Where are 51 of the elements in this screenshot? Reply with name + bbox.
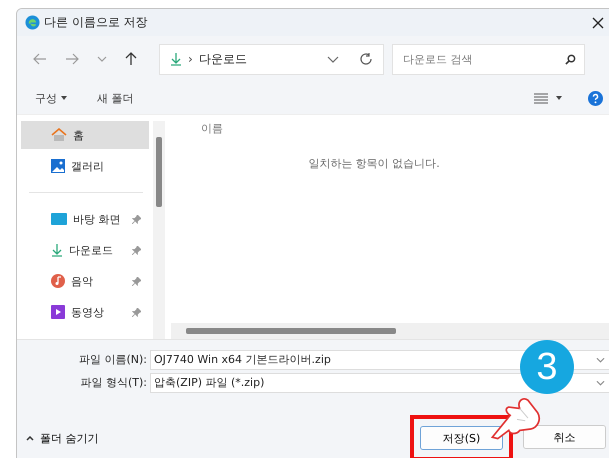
search-icon[interactable] <box>565 54 576 64</box>
address-bar[interactable]: › 다운로드 <box>159 44 384 74</box>
sidebar-item-label: 음악 <box>71 274 93 288</box>
cancel-button[interactable]: 취소 <box>523 425 606 449</box>
organize-menu-button[interactable]: 구성 <box>31 88 71 108</box>
sidebar-item-label: 갤러리 <box>71 158 104 174</box>
chevron-down-icon[interactable] <box>327 56 339 62</box>
browser-logo-icon <box>25 15 40 30</box>
sidebar-item-label: 홈 <box>73 128 84 142</box>
music-note-icon <box>51 274 65 288</box>
path-separator: › <box>188 52 193 66</box>
hide-folders-button[interactable]: 폴더 숨기기 <box>23 428 102 448</box>
image-icon <box>51 159 65 173</box>
up-arrow-icon[interactable] <box>125 52 137 66</box>
chevron-down-icon[interactable] <box>97 56 107 62</box>
chevron-down-icon <box>596 356 605 362</box>
home-icon <box>51 128 67 142</box>
close-icon[interactable] <box>592 16 604 28</box>
film-icon <box>51 305 65 319</box>
refresh-icon[interactable] <box>359 52 373 66</box>
chevron-up-icon <box>26 436 34 440</box>
sidebar-item[interactable]: 홈 <box>21 121 149 149</box>
sidebar-item[interactable]: 갤러리 <box>21 152 149 180</box>
sidebar-item-label: 다운로드 <box>69 242 113 258</box>
empty-message: 일치하는 항목이 없습니다. <box>307 156 441 171</box>
monitor-icon <box>51 213 67 225</box>
forward-arrow-icon[interactable] <box>65 53 79 65</box>
help-icon[interactable] <box>588 90 603 106</box>
caret-icon <box>556 96 562 100</box>
sidebar-item-label: 동영상 <box>71 304 104 320</box>
window-title: 다른 이름으로 저장 <box>44 14 148 31</box>
download-arrow-icon <box>51 243 63 257</box>
sidebar-item[interactable]: 음악 <box>21 267 149 295</box>
scrollbar-thumb[interactable] <box>186 328 396 334</box>
sidebar-item[interactable]: 바탕 화면 <box>21 205 149 233</box>
sidebar-item-label: 바탕 화면 <box>73 212 120 226</box>
scrollbar-thumb[interactable] <box>156 137 162 207</box>
caret-icon <box>61 96 67 100</box>
path-segment[interactable]: 다운로드 <box>198 50 247 68</box>
new-folder-button[interactable]: 새 폴더 <box>93 88 138 108</box>
list-view-icon <box>534 92 548 104</box>
field-label: 파일 이름(N): <box>78 352 148 367</box>
search-field[interactable]: 다운로드 검색 <box>392 44 585 74</box>
back-arrow-icon[interactable] <box>33 53 47 65</box>
field-label: 파일 형식(T): <box>79 375 148 390</box>
download-arrow-icon <box>170 52 182 66</box>
sidebar-item[interactable]: 동영상 <box>21 298 149 326</box>
column-header[interactable]: 이름 <box>171 115 609 136</box>
chevron-down-icon <box>596 380 605 386</box>
sidebar-item[interactable]: 다운로드 <box>21 236 149 264</box>
save-button[interactable]: 저장(S) <box>420 426 503 450</box>
